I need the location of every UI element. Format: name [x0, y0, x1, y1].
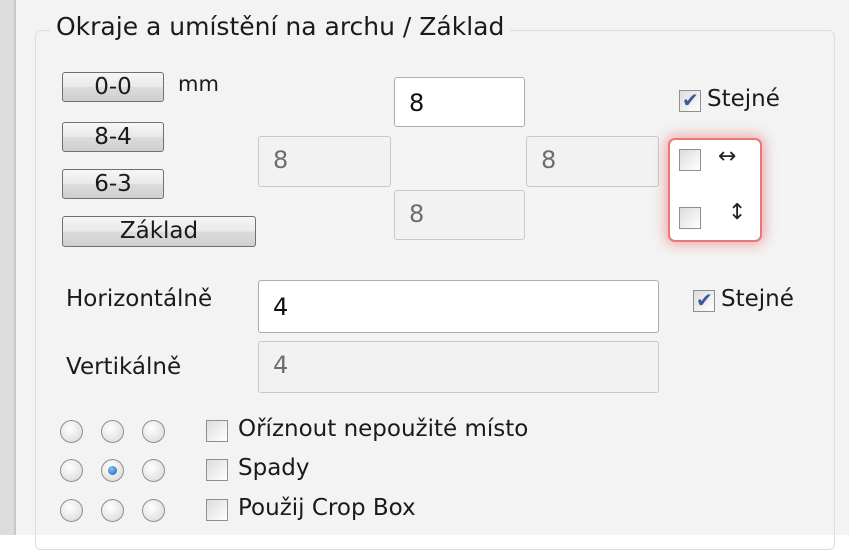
- horizontal-arrows-icon: ↔: [718, 144, 737, 169]
- use-crop-box-label: Použij Crop Box: [238, 495, 416, 521]
- mirror-horizontal-checkbox[interactable]: [679, 149, 701, 171]
- position-radio-middle-left[interactable]: [60, 459, 83, 482]
- position-radio-top-center[interactable]: [101, 420, 124, 443]
- preset-0-0-button[interactable]: 0-0: [62, 72, 164, 102]
- margin-top-input[interactable]: 8: [394, 77, 525, 127]
- group-title: Okraje a umístění na archu / Základ: [50, 10, 511, 44]
- preset-8-4-button[interactable]: 8-4: [62, 122, 164, 152]
- position-radio-top-right[interactable]: [142, 420, 165, 443]
- horizontal-spacing-input[interactable]: 4: [258, 280, 659, 333]
- panel-left-edge-line: [14, 0, 16, 535]
- crop-unused-label: Oříznout nepoužité místo: [238, 416, 529, 442]
- vertical-spacing-label: Vertikálně: [66, 354, 182, 380]
- position-radio-bottom-right[interactable]: [142, 499, 165, 522]
- position-radio-middle-center[interactable]: [101, 459, 124, 482]
- margin-left-input[interactable]: 8: [258, 136, 391, 187]
- margins-same-label: Stejné: [707, 86, 780, 112]
- margins-same-checkbox[interactable]: [679, 88, 701, 112]
- vertical-spacing-input[interactable]: 4: [258, 341, 659, 393]
- crop-unused-checkbox[interactable]: [206, 420, 228, 442]
- use-crop-box-checkbox[interactable]: [206, 499, 228, 521]
- vertical-arrows-icon: ↕: [728, 200, 747, 225]
- preset-6-3-button[interactable]: 6-3: [62, 169, 164, 199]
- margin-bottom-input[interactable]: 8: [394, 190, 525, 240]
- position-radio-bottom-left[interactable]: [60, 499, 83, 522]
- position-radio-middle-right[interactable]: [142, 459, 165, 482]
- bleeds-label: Spady: [238, 455, 310, 481]
- margin-right-input[interactable]: 8: [526, 136, 659, 187]
- preset-zaklad-button[interactable]: Základ: [62, 216, 256, 247]
- unit-label: mm: [178, 72, 219, 96]
- position-radio-top-left[interactable]: [60, 420, 83, 443]
- position-radio-bottom-center[interactable]: [101, 499, 124, 522]
- bleeds-checkbox[interactable]: [206, 459, 228, 481]
- horizontal-spacing-label: Horizontálně: [66, 286, 213, 312]
- mirror-vertical-checkbox[interactable]: [679, 207, 701, 229]
- spacing-same-checkbox[interactable]: [693, 288, 715, 312]
- spacing-same-label: Stejné: [721, 286, 794, 312]
- panel-left-edge: [0, 0, 14, 535]
